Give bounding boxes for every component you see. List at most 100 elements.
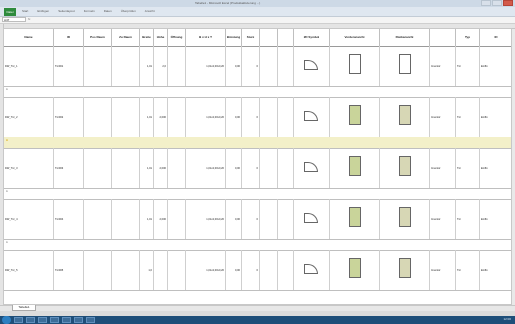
cell[interactable]: 0,00 (226, 46, 242, 86)
cell[interactable]: Innentür (430, 199, 456, 239)
table-row[interactable]: DW_Tür_4 Tür004 1,01 2,000 1,01x2,00x0,20 0,0… (4, 199, 511, 240)
cell[interactable]: Tür (456, 97, 480, 137)
cell[interactable]: Einflü (480, 148, 511, 188)
cell[interactable] (154, 250, 168, 290)
cell[interactable]: Innentür (430, 250, 456, 290)
close-button[interactable] (503, 0, 513, 6)
cell[interactable] (84, 46, 112, 86)
column-header-5[interactable]: Höhe (154, 29, 168, 46)
cell[interactable] (380, 46, 430, 86)
cell[interactable]: Innentür (430, 46, 456, 86)
column-header-7[interactable]: B x H x T (186, 29, 226, 46)
cell[interactable]: 1,01 (140, 97, 154, 137)
table-row[interactable]: DW_Tür_3 Tür003 1,01 2,000 1,01x2,00x0,20 0,0… (4, 148, 511, 189)
cell[interactable] (260, 148, 278, 188)
column-header-11[interactable] (278, 29, 294, 46)
cell[interactable] (112, 148, 140, 188)
cell[interactable] (380, 199, 430, 239)
cell[interactable]: 1,01x2,00x0,20 (186, 46, 226, 86)
start-button[interactable] (2, 316, 11, 324)
taskbar-app-icon[interactable] (86, 317, 95, 323)
column-header-3[interactable]: Zu Raum (112, 29, 140, 46)
cell[interactable]: 1,01x2,00x0,20 (186, 250, 226, 290)
cell[interactable]: 1,01 (140, 46, 154, 86)
column-header-13[interactable]: Vorderansicht (330, 29, 380, 46)
minimize-button[interactable] (481, 0, 491, 6)
cell[interactable] (294, 199, 330, 239)
cell[interactable]: 0 (242, 46, 260, 86)
taskbar-app-icon[interactable] (74, 317, 83, 323)
column-header-12[interactable]: 2D Symbol (294, 29, 330, 46)
cell[interactable]: Einflü (480, 199, 511, 239)
cell[interactable]: 2,0 (154, 46, 168, 86)
cell[interactable] (168, 46, 186, 86)
column-header-16[interactable]: Typ (456, 29, 480, 46)
cell[interactable] (112, 250, 140, 290)
column-header-2[interactable]: Pos Raum (84, 29, 112, 46)
cell[interactable]: DW_Tür_4 (4, 199, 54, 239)
cell[interactable] (278, 46, 294, 86)
cell[interactable]: 1,01x2,00x0,20 (186, 148, 226, 188)
cell[interactable]: Tür (456, 46, 480, 86)
cell[interactable] (112, 97, 140, 137)
cell[interactable]: 0,00 (226, 199, 242, 239)
tab-view[interactable]: Ansicht (145, 9, 155, 13)
taskbar-app-icon[interactable] (50, 317, 59, 323)
tab-start[interactable]: Start (22, 9, 28, 13)
cell[interactable]: Tür001 (54, 46, 84, 86)
cell[interactable] (260, 97, 278, 137)
cell[interactable]: Tür (456, 250, 480, 290)
cell[interactable] (112, 199, 140, 239)
cell[interactable] (260, 199, 278, 239)
cell[interactable] (294, 46, 330, 86)
cell[interactable]: 0,00 (226, 148, 242, 188)
cell[interactable]: 0 (242, 97, 260, 137)
taskbar-app-icon[interactable] (62, 317, 71, 323)
cell[interactable]: Tür (456, 199, 480, 239)
cell[interactable] (380, 148, 430, 188)
cell[interactable] (278, 97, 294, 137)
cell[interactable]: DW_Tür_3 (4, 148, 54, 188)
table-row[interactable]: DW_Tür_5 Tür005 1,0 1,01x2,00x0,20 0,00 0 Inne… (4, 250, 511, 291)
cell[interactable]: 2,000 (154, 148, 168, 188)
cell[interactable] (168, 250, 186, 290)
cell[interactable]: 2,000 (154, 199, 168, 239)
cell[interactable]: Einflü (480, 46, 511, 86)
cell[interactable] (330, 250, 380, 290)
table-row[interactable]: DW_Tür_2 Tür002 1,01 2,000 1,01x2,00x0,20 0,0… (4, 97, 511, 138)
taskbar-app-icon[interactable] (38, 317, 47, 323)
maximize-button[interactable] (492, 0, 502, 6)
tab-review[interactable]: Überprüfen (121, 9, 136, 13)
cell[interactable] (112, 46, 140, 86)
cell[interactable] (294, 148, 330, 188)
tab-insert[interactable]: Einfügen (37, 9, 49, 13)
cell[interactable] (168, 148, 186, 188)
taskbar-app-icon[interactable] (26, 317, 35, 323)
cell[interactable] (168, 97, 186, 137)
cell[interactable] (380, 250, 430, 290)
column-header-17[interactable]: ID (480, 29, 511, 46)
cell[interactable]: 0,00 (226, 97, 242, 137)
cell[interactable] (84, 250, 112, 290)
column-header-9[interactable]: Sturz (242, 29, 260, 46)
cell[interactable] (278, 250, 294, 290)
cell[interactable]: 0,00 (226, 250, 242, 290)
column-header-8[interactable]: Brüstung (226, 29, 242, 46)
cell[interactable]: 0 (242, 199, 260, 239)
cell[interactable]: Tür003 (54, 148, 84, 188)
cell[interactable]: Innentür (430, 148, 456, 188)
cell[interactable] (330, 148, 380, 188)
cell[interactable]: 1,01x2,00x0,20 (186, 97, 226, 137)
cell[interactable]: Tür004 (54, 199, 84, 239)
cell[interactable]: DW_Tür_1 (4, 46, 54, 86)
cell[interactable]: 0 (242, 250, 260, 290)
cell[interactable] (330, 199, 380, 239)
tab-page-layout[interactable]: Seitenlayout (58, 9, 75, 13)
cell[interactable]: 1,01x2,00x0,20 (186, 199, 226, 239)
table-row[interactable]: DW_Tür_1 Tür001 1,01 2,0 1,01x2,00x0,20 0,00 0… (4, 46, 511, 87)
spreadsheet-grid[interactable]: Name ID Pos Raum Zu Raum Breite Höhe Öffnung B … (3, 28, 512, 305)
cell[interactable]: 1,0 (140, 250, 154, 290)
name-box[interactable]: A47 (2, 17, 26, 22)
cell[interactable] (84, 199, 112, 239)
column-header-10[interactable] (260, 29, 278, 46)
